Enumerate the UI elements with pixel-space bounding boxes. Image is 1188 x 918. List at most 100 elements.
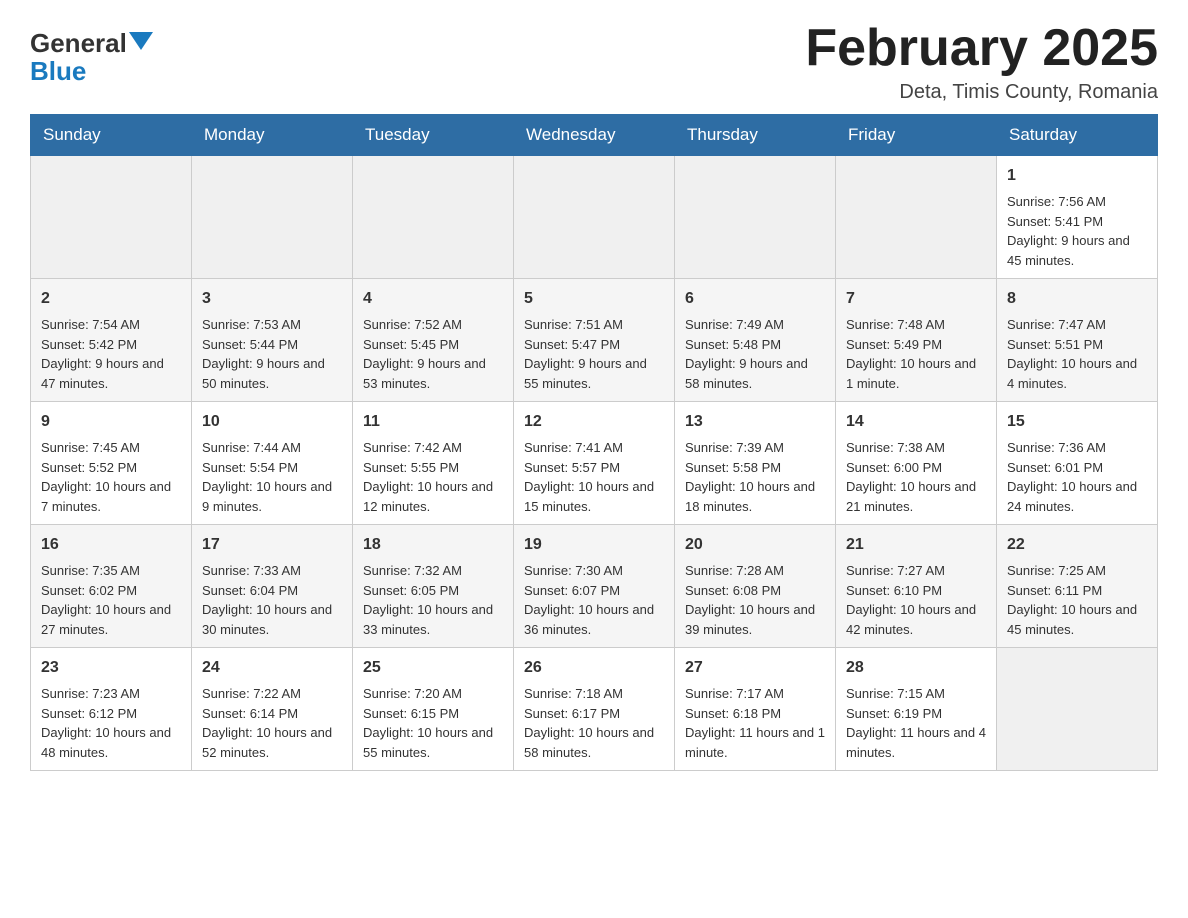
calendar-cell-w4-d2: 17Sunrise: 7:33 AMSunset: 6:04 PMDayligh…: [192, 525, 353, 648]
day-info-line: Daylight: 10 hours and 7 minutes.: [41, 477, 181, 516]
day-info-line: Sunset: 6:00 PM: [846, 458, 986, 478]
day-info-line: Daylight: 10 hours and 45 minutes.: [1007, 600, 1147, 639]
day-number: 22: [1007, 533, 1147, 557]
calendar-cell-w1-d2: [192, 156, 353, 279]
day-info-line: Sunset: 5:42 PM: [41, 335, 181, 355]
day-info-line: Sunrise: 7:15 AM: [846, 684, 986, 704]
calendar-cell-w5-d6: 28Sunrise: 7:15 AMSunset: 6:19 PMDayligh…: [836, 648, 997, 771]
day-info-line: Sunrise: 7:53 AM: [202, 315, 342, 335]
calendar-cell-w4-d6: 21Sunrise: 7:27 AMSunset: 6:10 PMDayligh…: [836, 525, 997, 648]
day-info-line: Sunset: 5:47 PM: [524, 335, 664, 355]
calendar-cell-w3-d5: 13Sunrise: 7:39 AMSunset: 5:58 PMDayligh…: [675, 402, 836, 525]
day-number: 4: [363, 287, 503, 311]
day-number: 3: [202, 287, 342, 311]
day-info-line: Daylight: 10 hours and 42 minutes.: [846, 600, 986, 639]
day-number: 24: [202, 656, 342, 680]
calendar-location: Deta, Timis County, Romania: [805, 81, 1158, 104]
day-info-line: Sunset: 5:52 PM: [41, 458, 181, 478]
col-header-friday: Friday: [836, 115, 997, 156]
calendar-week-4: 16Sunrise: 7:35 AMSunset: 6:02 PMDayligh…: [31, 525, 1158, 648]
day-number: 10: [202, 410, 342, 434]
day-info-line: Sunrise: 7:22 AM: [202, 684, 342, 704]
day-number: 6: [685, 287, 825, 311]
day-info-line: Daylight: 10 hours and 4 minutes.: [1007, 354, 1147, 393]
day-info-line: Sunset: 5:45 PM: [363, 335, 503, 355]
calendar-header-row: Sunday Monday Tuesday Wednesday Thursday…: [31, 115, 1158, 156]
day-info-line: Sunset: 5:54 PM: [202, 458, 342, 478]
calendar-title-block: February 2025 Deta, Timis County, Romani…: [805, 20, 1158, 104]
day-number: 8: [1007, 287, 1147, 311]
day-info-line: Sunset: 6:15 PM: [363, 704, 503, 724]
calendar-cell-w1-d4: [514, 156, 675, 279]
day-info-line: Daylight: 10 hours and 1 minute.: [846, 354, 986, 393]
day-number: 15: [1007, 410, 1147, 434]
day-info-line: Sunrise: 7:20 AM: [363, 684, 503, 704]
calendar-week-2: 2Sunrise: 7:54 AMSunset: 5:42 PMDaylight…: [31, 279, 1158, 402]
day-info-line: Sunrise: 7:45 AM: [41, 438, 181, 458]
calendar-cell-w5-d2: 24Sunrise: 7:22 AMSunset: 6:14 PMDayligh…: [192, 648, 353, 771]
calendar-cell-w5-d7: [997, 648, 1158, 771]
day-info-line: Sunrise: 7:17 AM: [685, 684, 825, 704]
day-info-line: Sunset: 6:12 PM: [41, 704, 181, 724]
calendar-cell-w2-d6: 7Sunrise: 7:48 AMSunset: 5:49 PMDaylight…: [836, 279, 997, 402]
calendar-cell-w4-d3: 18Sunrise: 7:32 AMSunset: 6:05 PMDayligh…: [353, 525, 514, 648]
calendar-cell-w2-d5: 6Sunrise: 7:49 AMSunset: 5:48 PMDaylight…: [675, 279, 836, 402]
day-info-line: Sunrise: 7:36 AM: [1007, 438, 1147, 458]
day-info-line: Sunrise: 7:47 AM: [1007, 315, 1147, 335]
day-info-line: Sunset: 6:11 PM: [1007, 581, 1147, 601]
day-info-line: Sunrise: 7:30 AM: [524, 561, 664, 581]
day-info-line: Daylight: 10 hours and 36 minutes.: [524, 600, 664, 639]
calendar-cell-w5-d4: 26Sunrise: 7:18 AMSunset: 6:17 PMDayligh…: [514, 648, 675, 771]
logo: General Blue: [30, 20, 153, 84]
day-info-line: Sunrise: 7:48 AM: [846, 315, 986, 335]
day-info-line: Daylight: 10 hours and 48 minutes.: [41, 723, 181, 762]
col-header-tuesday: Tuesday: [353, 115, 514, 156]
day-info-line: Sunset: 5:55 PM: [363, 458, 503, 478]
day-number: 28: [846, 656, 986, 680]
day-number: 19: [524, 533, 664, 557]
day-info-line: Daylight: 9 hours and 55 minutes.: [524, 354, 664, 393]
day-info-line: Sunset: 6:01 PM: [1007, 458, 1147, 478]
day-info-line: Sunset: 6:10 PM: [846, 581, 986, 601]
day-info-line: Sunrise: 7:27 AM: [846, 561, 986, 581]
day-info-line: Daylight: 10 hours and 55 minutes.: [363, 723, 503, 762]
day-info-line: Sunset: 6:08 PM: [685, 581, 825, 601]
calendar-cell-w1-d7: 1Sunrise: 7:56 AMSunset: 5:41 PMDaylight…: [997, 156, 1158, 279]
day-number: 26: [524, 656, 664, 680]
logo-wordmark: General Blue: [30, 30, 153, 84]
day-info-line: Sunset: 5:58 PM: [685, 458, 825, 478]
day-info-line: Sunset: 6:18 PM: [685, 704, 825, 724]
day-info-line: Sunset: 6:05 PM: [363, 581, 503, 601]
day-number: 12: [524, 410, 664, 434]
day-number: 7: [846, 287, 986, 311]
calendar-cell-w1-d5: [675, 156, 836, 279]
page-header: General Blue February 2025 Deta, Timis C…: [30, 20, 1158, 104]
day-info-line: Sunrise: 7:51 AM: [524, 315, 664, 335]
calendar-cell-w2-d4: 5Sunrise: 7:51 AMSunset: 5:47 PMDaylight…: [514, 279, 675, 402]
day-number: 25: [363, 656, 503, 680]
calendar-cell-w1-d6: [836, 156, 997, 279]
calendar-cell-w5-d5: 27Sunrise: 7:17 AMSunset: 6:18 PMDayligh…: [675, 648, 836, 771]
calendar-cell-w2-d1: 2Sunrise: 7:54 AMSunset: 5:42 PMDaylight…: [31, 279, 192, 402]
day-info-line: Daylight: 10 hours and 18 minutes.: [685, 477, 825, 516]
calendar-cell-w3-d2: 10Sunrise: 7:44 AMSunset: 5:54 PMDayligh…: [192, 402, 353, 525]
day-info-line: Sunrise: 7:41 AM: [524, 438, 664, 458]
day-info-line: Sunset: 5:51 PM: [1007, 335, 1147, 355]
calendar-cell-w4-d4: 19Sunrise: 7:30 AMSunset: 6:07 PMDayligh…: [514, 525, 675, 648]
day-info-line: Sunrise: 7:49 AM: [685, 315, 825, 335]
calendar-month-year: February 2025: [805, 20, 1158, 77]
day-info-line: Sunrise: 7:44 AM: [202, 438, 342, 458]
day-info-line: Sunrise: 7:38 AM: [846, 438, 986, 458]
day-number: 27: [685, 656, 825, 680]
day-number: 14: [846, 410, 986, 434]
day-number: 17: [202, 533, 342, 557]
day-number: 13: [685, 410, 825, 434]
day-info-line: Sunset: 6:19 PM: [846, 704, 986, 724]
calendar-table: Sunday Monday Tuesday Wednesday Thursday…: [30, 114, 1158, 771]
day-info-line: Daylight: 9 hours and 50 minutes.: [202, 354, 342, 393]
day-number: 2: [41, 287, 181, 311]
logo-blue: Blue: [30, 58, 86, 84]
day-info-line: Sunset: 5:57 PM: [524, 458, 664, 478]
day-info-line: Sunrise: 7:18 AM: [524, 684, 664, 704]
day-info-line: Daylight: 10 hours and 58 minutes.: [524, 723, 664, 762]
